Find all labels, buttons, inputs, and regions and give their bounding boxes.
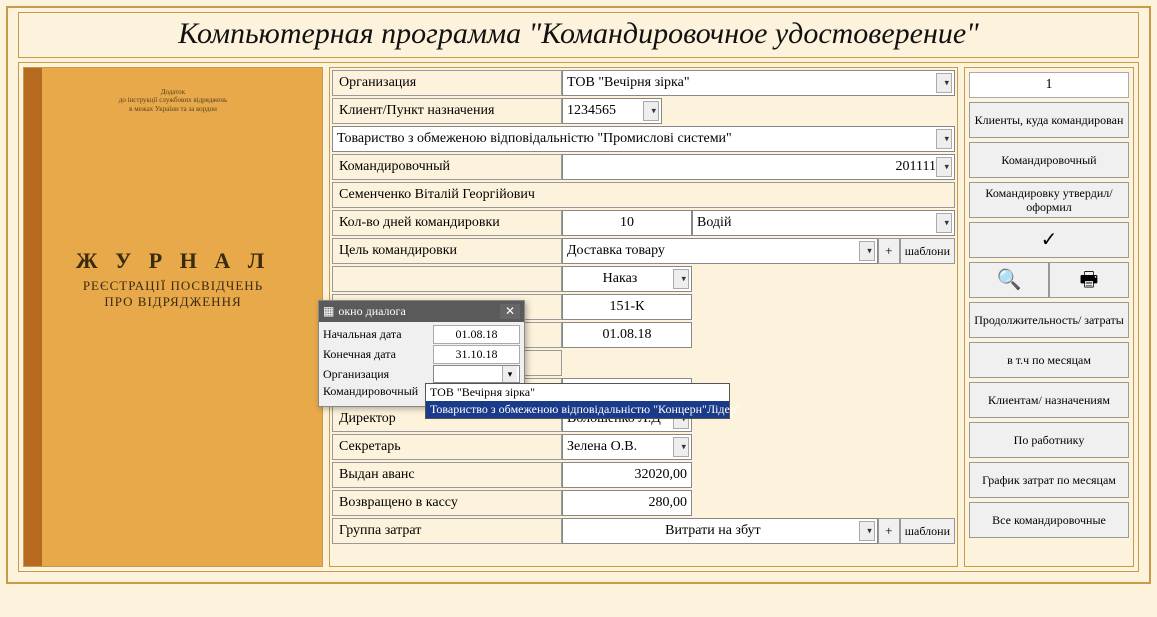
days-label: Кол-во дней командировки (332, 210, 562, 236)
record-number: 1 (969, 72, 1129, 98)
days-input[interactable]: 10 (562, 210, 692, 236)
advance-label: Выдан аванс (332, 462, 562, 488)
check-icon: ✓ (1041, 228, 1058, 252)
btn-approved[interactable]: Командировку утвердил/оформил (969, 182, 1129, 218)
purpose-templates-button[interactable]: шаблони (900, 238, 955, 264)
org-dropdown-list[interactable]: ТОВ "Вечірня зірка" Товариство з обмежен… (425, 383, 730, 419)
btn-cost-chart[interactable]: График затрат по месяцам (969, 462, 1129, 498)
cost-group-templates-button[interactable]: шаблони (900, 518, 955, 544)
secretary-select[interactable]: Зелена О.В. (562, 434, 692, 460)
trip-person-name: Семенченко Віталій Георгійович (332, 182, 955, 208)
btn-clients[interactable]: Клиенты, куда командирован (969, 102, 1129, 138)
cover-top-1: Додаток (24, 88, 322, 96)
returned-label: Возвращено в кассу (332, 490, 562, 516)
btn-by-worker[interactable]: По работнику (969, 422, 1129, 458)
purpose-label: Цель командировки (332, 238, 562, 264)
cover-sub2: ПРО ВІДРЯДЖЕННЯ (24, 294, 322, 310)
order-date-input[interactable]: 01.08.18 (562, 322, 692, 348)
order-type-select[interactable]: Наказ (562, 266, 692, 292)
order-num-input[interactable]: 151-К (562, 294, 692, 320)
dlg-org-select[interactable] (433, 365, 520, 383)
position-select[interactable]: Водій (692, 210, 955, 236)
sidebar: 1 Клиенты, куда командирован Командирово… (964, 67, 1134, 567)
dlg-end-input[interactable]: 31.10.18 (433, 345, 520, 364)
secretary-label: Секретарь (332, 434, 562, 460)
purpose-add-button[interactable]: + (878, 238, 900, 264)
trip-person-num-select[interactable]: 201111 (562, 154, 955, 180)
dlg-end-label: Конечная дата (323, 347, 433, 362)
dialog-title: окно диалога (338, 304, 405, 319)
btn-all-trips[interactable]: Все командировочные (969, 502, 1129, 538)
print-icon: 🖶 (1080, 268, 1099, 292)
btn-duration-costs[interactable]: Продолжительность/ затраты (969, 302, 1129, 338)
org-label: Организация (332, 70, 562, 96)
btn-search[interactable]: 🔍 (969, 262, 1049, 298)
cover-title: Ж У Р Н А Л (24, 248, 322, 274)
purpose-select[interactable]: Доставка товару (562, 238, 878, 264)
dlg-org-label: Организация (323, 367, 433, 382)
btn-confirm[interactable]: ✓ (969, 222, 1129, 258)
client-full-select[interactable]: Товариство з обмеженою відповідальністю … (332, 126, 955, 152)
hidden-label-1 (332, 266, 562, 292)
client-label: Клиент/Пункт назначения (332, 98, 562, 124)
btn-by-months[interactable]: в т.ч по месяцам (969, 342, 1129, 378)
cost-group-label: Группа затрат (332, 518, 562, 544)
page-title: Компьютерная программа "Командировочное … (18, 12, 1139, 58)
cover-sub1: РЕЄСТРАЦІЇ ПОСВІДЧЕНЬ (24, 278, 322, 294)
search-icon: 🔍 (997, 268, 1022, 292)
cover-top-2: до інструкції службових відряджень (24, 96, 322, 104)
cover-top-3: в межах України та за кордон (24, 105, 322, 113)
btn-person[interactable]: Командировочный (969, 142, 1129, 178)
btn-print[interactable]: 🖶 (1049, 262, 1129, 298)
dlg-person-label: Командировочный (323, 384, 433, 399)
client-code-select[interactable]: 1234565 (562, 98, 662, 124)
org-select[interactable]: ТОВ "Вечірня зірка" (562, 70, 955, 96)
dlg-start-input[interactable]: 01.08.18 (433, 325, 520, 344)
journal-cover-panel: Додаток до інструкції службових відрядже… (23, 67, 323, 567)
dropdown-option-selected[interactable]: Товариство з обмеженою відповідальністю … (426, 401, 729, 418)
cost-group-add-button[interactable]: + (878, 518, 900, 544)
btn-by-clients[interactable]: Клиентам/ назначениям (969, 382, 1129, 418)
dropdown-option[interactable]: ТОВ "Вечірня зірка" (426, 384, 729, 401)
form-icon: ▦ (323, 304, 334, 319)
returned-input[interactable]: 280,00 (562, 490, 692, 516)
dialog-close-button[interactable]: ✕ (500, 304, 520, 319)
cost-group-select[interactable]: Витрати на збут (562, 518, 878, 544)
dlg-start-label: Начальная дата (323, 327, 433, 342)
advance-input[interactable]: 32020,00 (562, 462, 692, 488)
trip-person-label: Командировочный (332, 154, 562, 180)
